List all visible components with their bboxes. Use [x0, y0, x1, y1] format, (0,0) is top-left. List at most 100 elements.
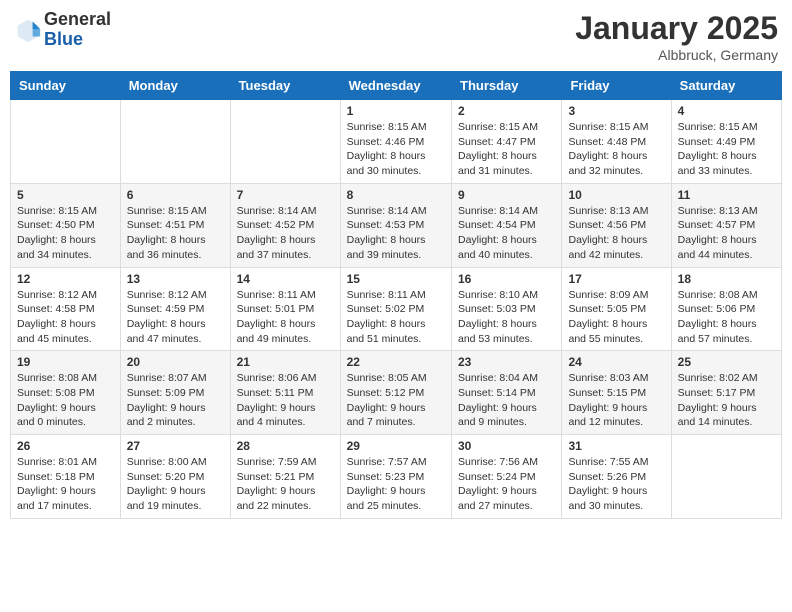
- calendar-cell: 6Sunrise: 8:15 AM Sunset: 4:51 PM Daylig…: [120, 183, 230, 267]
- calendar-cell: 5Sunrise: 8:15 AM Sunset: 4:50 PM Daylig…: [11, 183, 121, 267]
- day-info: Sunrise: 8:12 AM Sunset: 4:59 PM Dayligh…: [127, 288, 224, 347]
- day-info: Sunrise: 8:03 AM Sunset: 5:15 PM Dayligh…: [568, 371, 664, 430]
- weekday-header-monday: Monday: [120, 72, 230, 100]
- day-info: Sunrise: 8:15 AM Sunset: 4:46 PM Dayligh…: [347, 120, 445, 179]
- calendar-cell: 21Sunrise: 8:06 AM Sunset: 5:11 PM Dayli…: [230, 351, 340, 435]
- calendar-cell: [230, 100, 340, 184]
- day-info: Sunrise: 8:08 AM Sunset: 5:08 PM Dayligh…: [17, 371, 114, 430]
- week-row-1: 1 Sunrise: 8:15 AM Sunset: 4:46 PM Daylig…: [11, 100, 782, 184]
- day-number: 15: [347, 272, 445, 286]
- day-info: Sunrise: 7:55 AM Sunset: 5:26 PM Dayligh…: [568, 455, 664, 514]
- calendar-cell: 11 Sunrise: 8:13 AM Sunset: 4:57 PM Dayli…: [671, 183, 781, 267]
- day-number: 17: [568, 272, 664, 286]
- day-number: 9: [458, 188, 555, 202]
- day-info: Sunrise: 8:05 AM Sunset: 5:12 PM Dayligh…: [347, 371, 445, 430]
- week-row-2: 5Sunrise: 8:15 AM Sunset: 4:50 PM Daylig…: [11, 183, 782, 267]
- day-info: Sunrise: 8:09 AM Sunset: 5:05 PM Dayligh…: [568, 288, 664, 347]
- day-number: 8: [347, 188, 445, 202]
- title-block: January 2025 Albbruck, Germany: [575, 10, 778, 63]
- calendar-cell: 22 Sunrise: 8:05 AM Sunset: 5:12 PM Dayli…: [340, 351, 451, 435]
- day-info: Sunrise: 8:11 AM Sunset: 5:01 PM Dayligh…: [237, 288, 334, 347]
- day-number: 22: [347, 355, 445, 369]
- day-number: 10: [568, 188, 664, 202]
- calendar-cell: 17 Sunrise: 8:09 AM Sunset: 5:05 PM Dayli…: [562, 267, 671, 351]
- calendar-cell: [120, 100, 230, 184]
- calendar-cell: 12 Sunrise: 8:12 AM Sunset: 4:58 PM Dayli…: [11, 267, 121, 351]
- day-number: 18: [678, 272, 775, 286]
- day-info: Sunrise: 8:01 AM Sunset: 5:18 PM Dayligh…: [17, 455, 114, 514]
- day-info: Sunrise: 8:13 AM Sunset: 4:56 PM Dayligh…: [568, 204, 664, 263]
- logo-text: General Blue: [44, 10, 111, 50]
- day-info: Sunrise: 8:02 AM Sunset: 5:17 PM Dayligh…: [678, 371, 775, 430]
- day-info: Sunrise: 8:15 AM Sunset: 4:51 PM Dayligh…: [127, 204, 224, 263]
- calendar-cell: 3Sunrise: 8:15 AM Sunset: 4:48 PM Daylig…: [562, 100, 671, 184]
- day-info: Sunrise: 8:12 AM Sunset: 4:58 PM Dayligh…: [17, 288, 114, 347]
- calendar-cell: 23Sunrise: 8:04 AM Sunset: 5:14 PM Dayli…: [452, 351, 562, 435]
- weekday-header-row: SundayMondayTuesdayWednesdayThursdayFrid…: [11, 72, 782, 100]
- calendar-cell: 10 Sunrise: 8:13 AM Sunset: 4:56 PM Dayli…: [562, 183, 671, 267]
- day-number: 19: [17, 355, 114, 369]
- weekday-header-saturday: Saturday: [671, 72, 781, 100]
- day-number: 20: [127, 355, 224, 369]
- calendar-cell: 2Sunrise: 8:15 AM Sunset: 4:47 PM Daylig…: [452, 100, 562, 184]
- day-number: 31: [568, 439, 664, 453]
- calendar-cell: 26 Sunrise: 8:01 AM Sunset: 5:18 PM Dayli…: [11, 435, 121, 519]
- calendar-cell: 18 Sunrise: 8:08 AM Sunset: 5:06 PM Dayli…: [671, 267, 781, 351]
- weekday-header-wednesday: Wednesday: [340, 72, 451, 100]
- day-info: Sunrise: 8:11 AM Sunset: 5:02 PM Dayligh…: [347, 288, 445, 347]
- day-number: 29: [347, 439, 445, 453]
- calendar-cell: 25 Sunrise: 8:02 AM Sunset: 5:17 PM Dayli…: [671, 351, 781, 435]
- weekday-header-thursday: Thursday: [452, 72, 562, 100]
- week-row-3: 12 Sunrise: 8:12 AM Sunset: 4:58 PM Dayli…: [11, 267, 782, 351]
- day-number: 21: [237, 355, 334, 369]
- day-number: 2: [458, 104, 555, 118]
- day-number: 24: [568, 355, 664, 369]
- calendar-cell: 16 Sunrise: 8:10 AM Sunset: 5:03 PM Dayli…: [452, 267, 562, 351]
- day-number: 23: [458, 355, 555, 369]
- calendar-cell: 4Sunrise: 8:15 AM Sunset: 4:49 PM Daylig…: [671, 100, 781, 184]
- day-info: Sunrise: 8:15 AM Sunset: 4:50 PM Dayligh…: [17, 204, 114, 263]
- calendar-cell: [11, 100, 121, 184]
- calendar-cell: 31 Sunrise: 7:55 AM Sunset: 5:26 PM Dayli…: [562, 435, 671, 519]
- calendar-cell: 15 Sunrise: 8:11 AM Sunset: 5:02 PM Dayli…: [340, 267, 451, 351]
- day-number: 16: [458, 272, 555, 286]
- day-number: 13: [127, 272, 224, 286]
- logo: General Blue: [14, 10, 111, 50]
- day-info: Sunrise: 8:00 AM Sunset: 5:20 PM Dayligh…: [127, 455, 224, 514]
- day-number: 25: [678, 355, 775, 369]
- day-number: 14: [237, 272, 334, 286]
- week-row-5: 26 Sunrise: 8:01 AM Sunset: 5:18 PM Dayli…: [11, 435, 782, 519]
- calendar-cell: 9 Sunrise: 8:14 AM Sunset: 4:54 PM Daylig…: [452, 183, 562, 267]
- calendar-cell: 30Sunrise: 7:56 AM Sunset: 5:24 PM Dayli…: [452, 435, 562, 519]
- weekday-header-friday: Friday: [562, 72, 671, 100]
- page-header: General Blue January 2025 Albbruck, Germ…: [10, 10, 782, 63]
- day-number: 26: [17, 439, 114, 453]
- calendar-cell: 24 Sunrise: 8:03 AM Sunset: 5:15 PM Dayli…: [562, 351, 671, 435]
- day-info: Sunrise: 8:07 AM Sunset: 5:09 PM Dayligh…: [127, 371, 224, 430]
- weekday-header-sunday: Sunday: [11, 72, 121, 100]
- day-number: 4: [678, 104, 775, 118]
- day-number: 11: [678, 188, 775, 202]
- calendar-cell: 7 Sunrise: 8:14 AM Sunset: 4:52 PM Daylig…: [230, 183, 340, 267]
- day-info: Sunrise: 8:13 AM Sunset: 4:57 PM Dayligh…: [678, 204, 775, 263]
- day-info: Sunrise: 8:15 AM Sunset: 4:48 PM Dayligh…: [568, 120, 664, 179]
- day-info: Sunrise: 8:14 AM Sunset: 4:54 PM Dayligh…: [458, 204, 555, 263]
- logo-icon: [14, 16, 42, 44]
- day-number: 7: [237, 188, 334, 202]
- weekday-header-tuesday: Tuesday: [230, 72, 340, 100]
- logo-general: General: [44, 10, 111, 30]
- day-number: 28: [237, 439, 334, 453]
- day-info: Sunrise: 8:08 AM Sunset: 5:06 PM Dayligh…: [678, 288, 775, 347]
- day-number: 1: [347, 104, 445, 118]
- calendar-cell: 1 Sunrise: 8:15 AM Sunset: 4:46 PM Daylig…: [340, 100, 451, 184]
- calendar-table: SundayMondayTuesdayWednesdayThursdayFrid…: [10, 71, 782, 519]
- day-info: Sunrise: 8:14 AM Sunset: 4:52 PM Dayligh…: [237, 204, 334, 263]
- calendar-cell: 28 Sunrise: 7:59 AM Sunset: 5:21 PM Dayli…: [230, 435, 340, 519]
- day-info: Sunrise: 8:14 AM Sunset: 4:53 PM Dayligh…: [347, 204, 445, 263]
- day-number: 12: [17, 272, 114, 286]
- week-row-4: 19 Sunrise: 8:08 AM Sunset: 5:08 PM Dayli…: [11, 351, 782, 435]
- calendar-cell: 8 Sunrise: 8:14 AM Sunset: 4:53 PM Daylig…: [340, 183, 451, 267]
- day-info: Sunrise: 7:59 AM Sunset: 5:21 PM Dayligh…: [237, 455, 334, 514]
- calendar-cell: [671, 435, 781, 519]
- day-info: Sunrise: 8:10 AM Sunset: 5:03 PM Dayligh…: [458, 288, 555, 347]
